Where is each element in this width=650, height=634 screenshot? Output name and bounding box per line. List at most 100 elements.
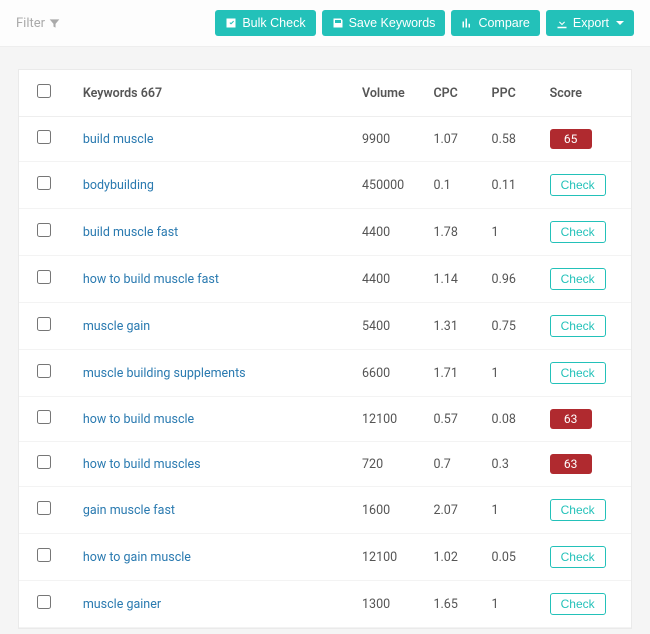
keyword-link[interactable]: build muscle fast xyxy=(83,225,178,240)
table-row: muscle gain54001.310.75Check xyxy=(19,303,631,350)
chevron-down-icon xyxy=(616,21,624,25)
volume-cell: 6600 xyxy=(354,350,425,397)
ppc-cell: 1 xyxy=(484,350,542,397)
row-checkbox-cell xyxy=(19,256,75,303)
check-button[interactable]: Check xyxy=(550,362,606,384)
ppc-cell: 0.53 xyxy=(484,628,542,629)
check-button[interactable]: Check xyxy=(550,546,606,568)
ppc-cell: 0.11 xyxy=(484,162,542,209)
row-checkbox[interactable] xyxy=(37,548,51,562)
row-checkbox[interactable] xyxy=(37,595,51,609)
keyword-link[interactable]: muscle building supplements xyxy=(83,366,246,381)
bar-chart-icon xyxy=(461,17,473,29)
keyword-link[interactable]: muscle gainer xyxy=(83,597,161,612)
keyword-link[interactable]: how to build muscle xyxy=(83,412,194,427)
row-checkbox-cell xyxy=(19,209,75,256)
compare-button[interactable]: Compare xyxy=(451,10,539,36)
compare-label: Compare xyxy=(478,16,529,30)
row-checkbox[interactable] xyxy=(37,223,51,237)
header-score[interactable]: Score xyxy=(542,70,631,117)
cpc-cell: 2.03 xyxy=(425,628,483,629)
ppc-cell: 0.08 xyxy=(484,397,542,442)
table-row: bodybuilding 4500000.10.11 Check xyxy=(19,162,631,209)
cpc-cell: 2.07 xyxy=(425,487,483,534)
check-button[interactable]: Check xyxy=(550,268,606,290)
score-cell: Check xyxy=(542,256,631,303)
row-checkbox-cell xyxy=(19,350,75,397)
table-row: how to build muscle fast44001.140.96Chec… xyxy=(19,256,631,303)
volume-cell: 720 xyxy=(354,442,425,487)
save-keywords-button[interactable]: Save Keywords xyxy=(322,10,446,36)
keyword-cell: bodybuilding xyxy=(75,162,354,209)
filter-control[interactable]: Filter xyxy=(16,16,60,31)
table-scroll[interactable]: Keywords 667 Volume CPC PPC Score build … xyxy=(19,70,631,628)
volume-cell: 1600 xyxy=(354,487,425,534)
row-checkbox-cell xyxy=(19,162,75,209)
score-badge: 63 xyxy=(550,409,592,429)
score-cell: Check xyxy=(542,162,631,209)
header-ppc[interactable]: PPC xyxy=(484,70,542,117)
row-checkbox[interactable] xyxy=(37,364,51,378)
filter-icon xyxy=(49,18,60,29)
header-volume[interactable]: Volume xyxy=(354,70,425,117)
select-all-checkbox[interactable] xyxy=(37,84,51,98)
check-button[interactable]: Check xyxy=(550,174,606,196)
volume-cell: 5400 xyxy=(354,303,425,350)
score-cell: Check xyxy=(542,628,631,629)
keyword-cell: build muscle fast xyxy=(75,209,354,256)
score-badge: 63 xyxy=(550,454,592,474)
header-keywords[interactable]: Keywords 667 xyxy=(75,70,354,117)
keyword-link[interactable]: how to gain muscle xyxy=(83,550,191,565)
row-checkbox[interactable] xyxy=(37,270,51,284)
volume-cell: 450000 xyxy=(354,162,425,209)
keyword-link[interactable]: how to build muscles xyxy=(83,457,201,472)
volume-cell: 4400 xyxy=(354,256,425,303)
row-checkbox[interactable] xyxy=(37,317,51,331)
check-button[interactable]: Check xyxy=(550,499,606,521)
cpc-cell: 1.31 xyxy=(425,303,483,350)
keywords-panel: Keywords 667 Volume CPC PPC Score build … xyxy=(18,69,632,629)
volume-cell: 12100 xyxy=(354,397,425,442)
check-icon xyxy=(225,17,237,29)
bulk-check-button[interactable]: Bulk Check xyxy=(215,10,315,36)
cpc-cell: 1.14 xyxy=(425,256,483,303)
check-button[interactable]: Check xyxy=(550,315,606,337)
header-cpc[interactable]: CPC xyxy=(425,70,483,117)
check-button[interactable]: Check xyxy=(550,593,606,615)
keyword-link[interactable]: build muscle xyxy=(83,132,154,147)
row-checkbox-cell xyxy=(19,534,75,581)
table-row: gain muscle fast16002.071Check xyxy=(19,487,631,534)
header-checkbox-cell xyxy=(19,70,75,117)
row-checkbox[interactable] xyxy=(37,410,51,424)
keyword-link[interactable]: how to build muscle fast xyxy=(83,272,219,287)
download-icon xyxy=(556,17,568,29)
row-checkbox-cell xyxy=(19,397,75,442)
row-checkbox-cell xyxy=(19,442,75,487)
keyword-link[interactable]: bodybuilding xyxy=(83,178,154,193)
keyword-link[interactable]: gain muscle fast xyxy=(83,503,175,518)
toolbar-actions: Bulk Check Save Keywords Compare Export xyxy=(215,10,634,36)
cpc-cell: 1.65 xyxy=(425,581,483,628)
keyword-cell: how to build muscle xyxy=(75,397,354,442)
cpc-cell: 1.02 xyxy=(425,534,483,581)
export-button[interactable]: Export xyxy=(546,10,634,36)
score-cell: Check xyxy=(542,534,631,581)
row-checkbox-cell xyxy=(19,303,75,350)
ppc-cell: 0.58 xyxy=(484,117,542,162)
volume-cell: 3600 xyxy=(354,628,425,629)
table-row: how to build muscles7200.70.363 xyxy=(19,442,631,487)
table-row: how to gain muscle121001.020.05Check xyxy=(19,534,631,581)
table-header-row: Keywords 667 Volume CPC PPC Score xyxy=(19,70,631,117)
keyword-link[interactable]: muscle gain xyxy=(83,319,150,334)
check-button[interactable]: Check xyxy=(550,221,606,243)
ppc-cell: 0.05 xyxy=(484,534,542,581)
row-checkbox[interactable] xyxy=(37,176,51,190)
cpc-cell: 1.78 xyxy=(425,209,483,256)
row-checkbox[interactable] xyxy=(37,501,51,515)
row-checkbox[interactable] xyxy=(37,455,51,469)
bulk-check-label: Bulk Check xyxy=(242,16,305,30)
row-checkbox[interactable] xyxy=(37,130,51,144)
cpc-cell: 1.07 xyxy=(425,117,483,162)
cpc-cell: 0.1 xyxy=(425,162,483,209)
keyword-cell: muscle building supplements xyxy=(75,350,354,397)
